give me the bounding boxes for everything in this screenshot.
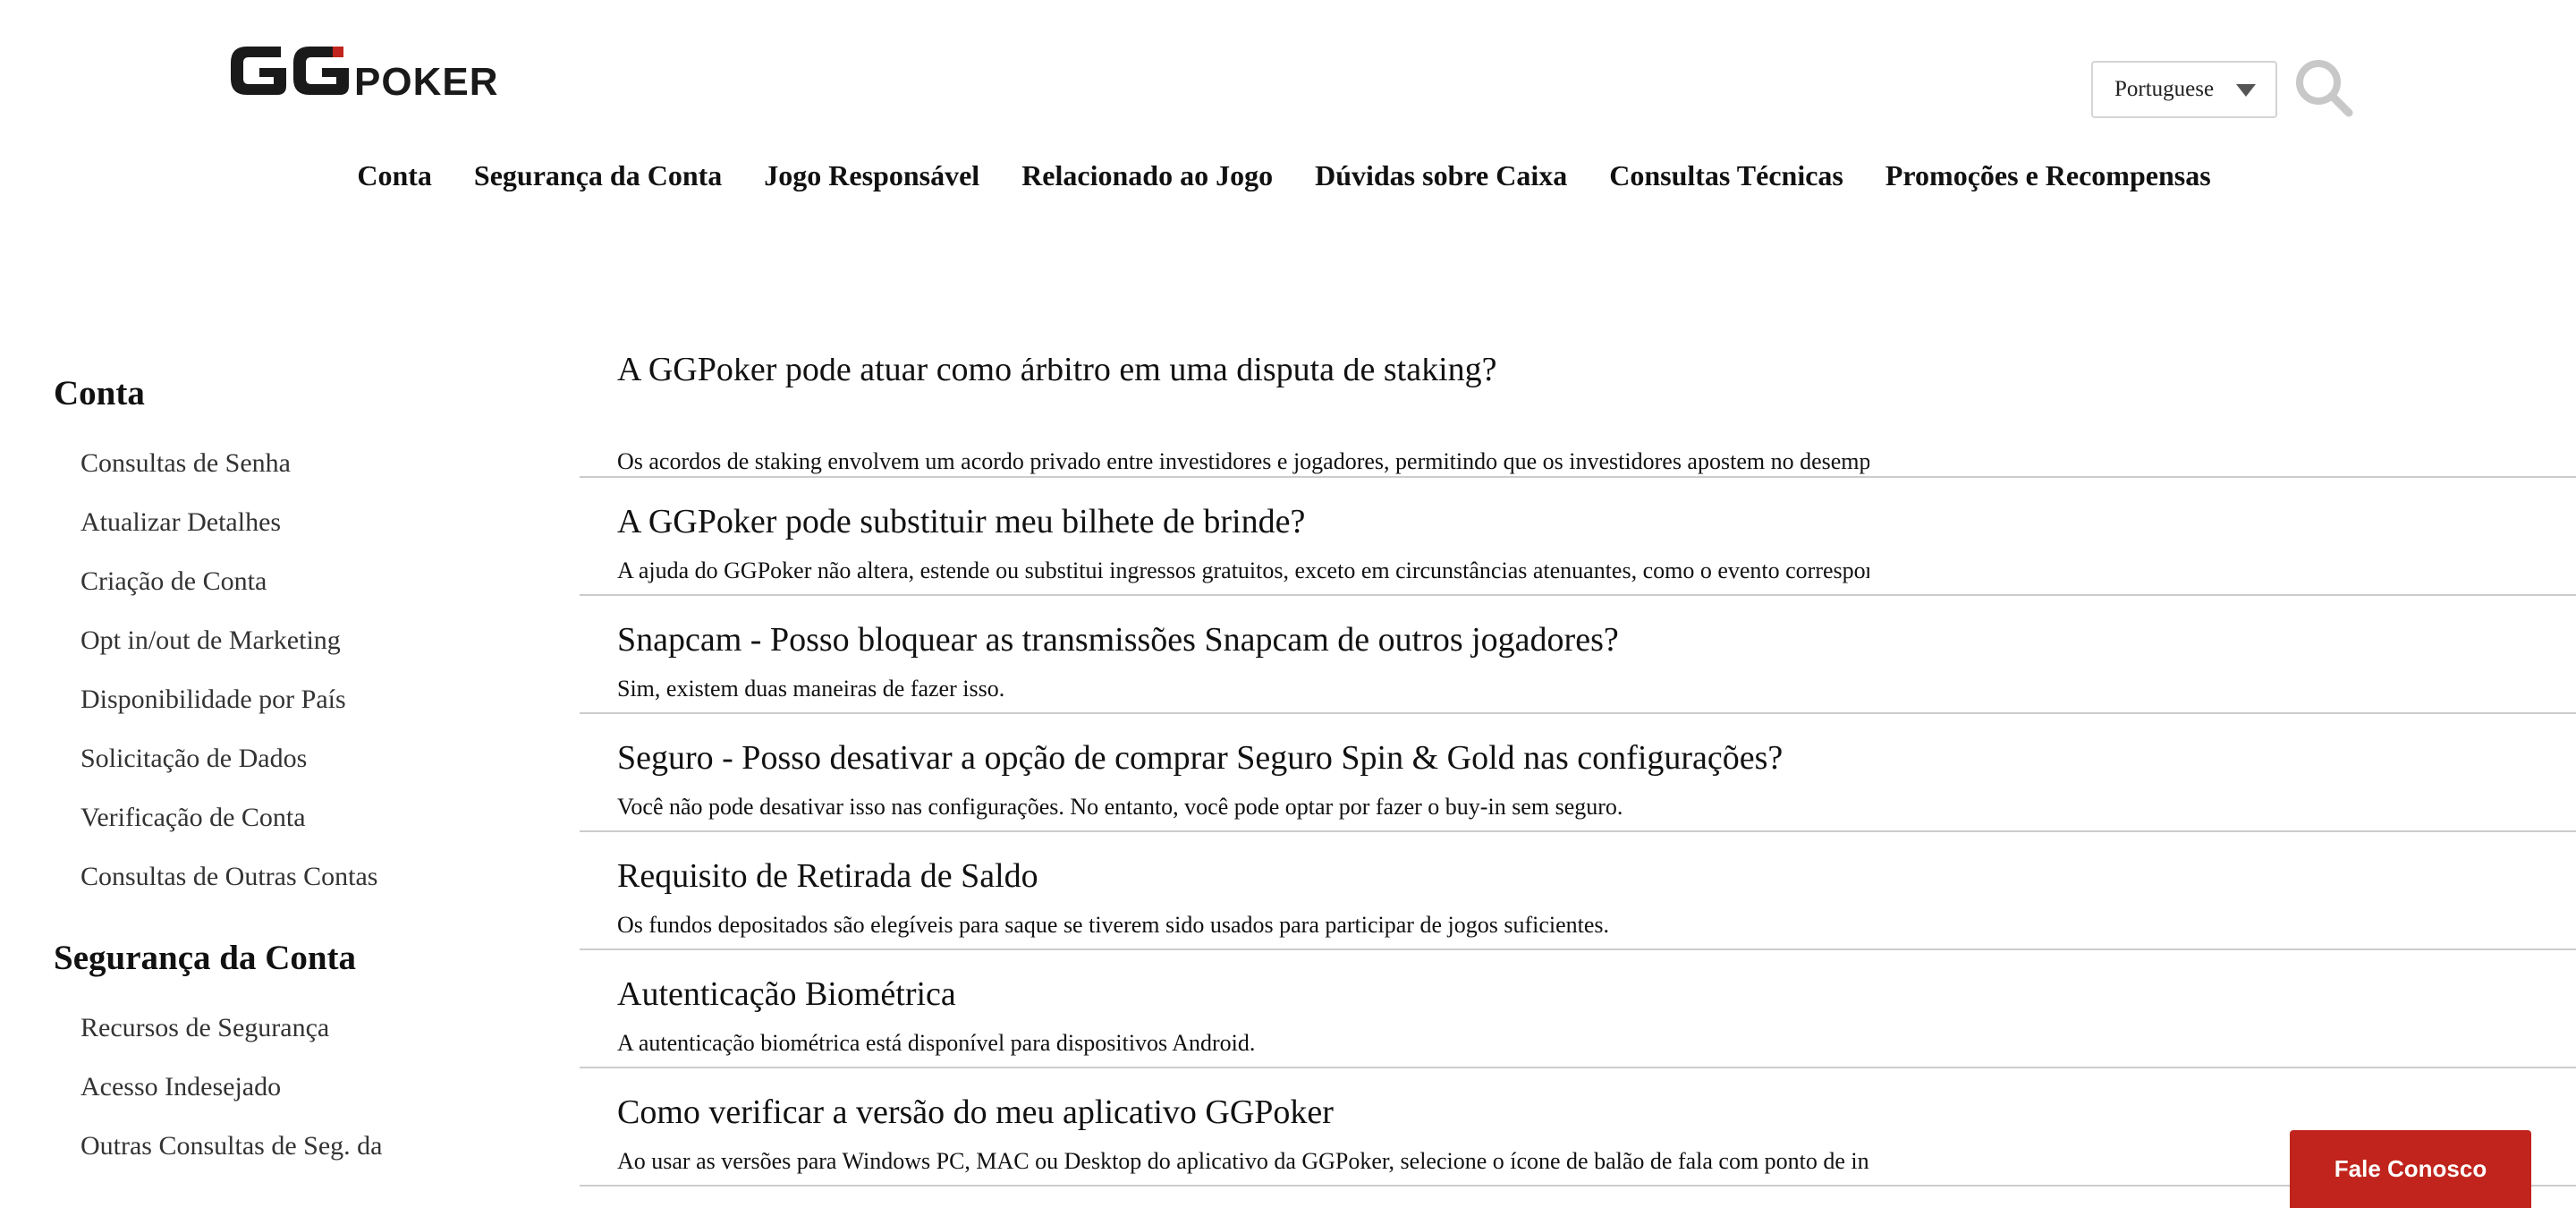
sidebar-item-solicitacao-de-dados[interactable]: Solicitação de Dados (80, 729, 555, 788)
sidebar-section-seguranca-da-conta: Segurança da Conta Recursos de Segurança… (0, 940, 555, 1176)
sidebar-item-atualizar-detalhes[interactable]: Atualizar Detalhes (80, 493, 555, 552)
article-excerpt: Os fundos depositados são elegíveis para… (617, 912, 1610, 938)
ggpoker-logo[interactable]: POKER (225, 34, 530, 106)
article-title[interactable]: Snapcam - Posso bloquear as transmissões… (617, 623, 1619, 657)
sidebar-section-conta: Conta Consultas de Senha Atualizar Detal… (0, 376, 555, 906)
sidebar-item-outras-consultas-seg[interactable]: Outras Consultas de Seg. da (80, 1117, 555, 1176)
article-excerpt: Ao usar as versões para Windows PC, MAC … (617, 1148, 1869, 1174)
article-title[interactable]: Autenticação Biométrica (617, 977, 956, 1011)
article-title[interactable]: Requisito de Retirada de Saldo (617, 859, 1038, 893)
sidebar-item-criacao-de-conta[interactable]: Criação de Conta (80, 552, 555, 611)
category-sidebar: Conta Consultas de Senha Atualizar Detal… (0, 376, 555, 1208)
article-item[interactable]: A GGPoker pode substituir meu bilhete de… (580, 478, 2576, 596)
article-title[interactable]: A GGPoker pode substituir meu bilhete de… (617, 505, 1305, 539)
nav-item-jogo-responsavel[interactable]: Jogo Responsável (764, 154, 979, 198)
nav-item-duvidas-sobre-caixa[interactable]: Dúvidas sobre Caixa (1315, 154, 1567, 198)
article-list: A GGPoker pode atuar como árbitro em uma… (580, 358, 2576, 1208)
sidebar-list: Recursos de Segurança Acesso Indesejado … (0, 999, 555, 1176)
language-select[interactable]: Portuguese (2091, 61, 2277, 118)
sidebar-list: Consultas de Senha Atualizar Detalhes Cr… (0, 434, 555, 906)
article-excerpt: Os acordos de staking envolvem um acordo… (617, 448, 1869, 474)
article-item[interactable]: A GGPoker pode atuar como árbitro em uma… (580, 358, 2576, 478)
article-title[interactable]: A GGPoker pode atuar como árbitro em uma… (617, 358, 1497, 387)
ggpoker-logo-icon: POKER (231, 47, 498, 104)
article-item[interactable]: Autenticação Biométrica A autenticação b… (580, 950, 2576, 1068)
article-title[interactable]: Seguro - Posso desativar a opção de comp… (617, 741, 1783, 775)
nav-item-consultas-tecnicas[interactable]: Consultas Técnicas (1609, 154, 1843, 198)
sidebar-section-title[interactable]: Segurança da Conta (54, 940, 555, 975)
article-item[interactable]: Seguro - Posso desativar a opção de comp… (580, 714, 2576, 832)
svg-text:POKER: POKER (354, 60, 498, 104)
article-excerpt: Você não pode desativar isso nas configu… (617, 794, 1623, 820)
language-select-value: Portuguese (2114, 77, 2215, 101)
article-title[interactable]: Como verificar a versão do meu aplicativ… (617, 1095, 1334, 1129)
nav-item-promocoes-e-recompensas[interactable]: Promoções e Recompensas (1885, 154, 2211, 198)
nav-item-relacionado-ao-jogo[interactable]: Relacionado ao Jogo (1021, 154, 1273, 198)
chevron-down-icon (2236, 84, 2256, 97)
sidebar-item-recursos-de-seguranca[interactable]: Recursos de Segurança (80, 999, 555, 1058)
search-icon[interactable] (2293, 57, 2356, 120)
contact-us-button[interactable]: Fale Conosco (2290, 1130, 2531, 1208)
article-excerpt: Sim, existem duas maneiras de fazer isso… (617, 676, 1005, 702)
article-item[interactable]: Como verificar a versão do meu aplicativ… (580, 1068, 2576, 1187)
nav-item-conta[interactable]: Conta (357, 154, 432, 198)
sidebar-item-disponibilidade-por-pais[interactable]: Disponibilidade por País (80, 670, 555, 729)
site-header: POKER Portuguese Conta Segurança da Cont… (0, 0, 2576, 215)
sidebar-item-consultas-de-senha[interactable]: Consultas de Senha (80, 434, 555, 493)
sidebar-section-title[interactable]: Conta (54, 376, 555, 411)
sidebar-item-consultas-outras-contas[interactable]: Consultas de Outras Contas (80, 847, 555, 906)
article-excerpt: A autenticação biométrica está disponíve… (617, 1030, 1256, 1056)
article-item[interactable]: Snapcam - Posso bloquear as transmissões… (580, 596, 2576, 714)
sidebar-item-acesso-indesejado[interactable]: Acesso Indesejado (80, 1058, 555, 1117)
nav-item-seguranca-da-conta[interactable]: Segurança da Conta (474, 154, 722, 198)
sidebar-item-verificacao-de-conta[interactable]: Verificação de Conta (80, 788, 555, 847)
article-item[interactable]: Requisito de Retirada de Saldo Os fundos… (580, 832, 2576, 950)
article-excerpt: A ajuda do GGPoker não altera, estende o… (617, 557, 1869, 583)
sidebar-item-opt-in-out-marketing[interactable]: Opt in/out de Marketing (80, 611, 555, 670)
main-nav: Conta Segurança da Conta Jogo Responsáve… (0, 154, 2576, 198)
